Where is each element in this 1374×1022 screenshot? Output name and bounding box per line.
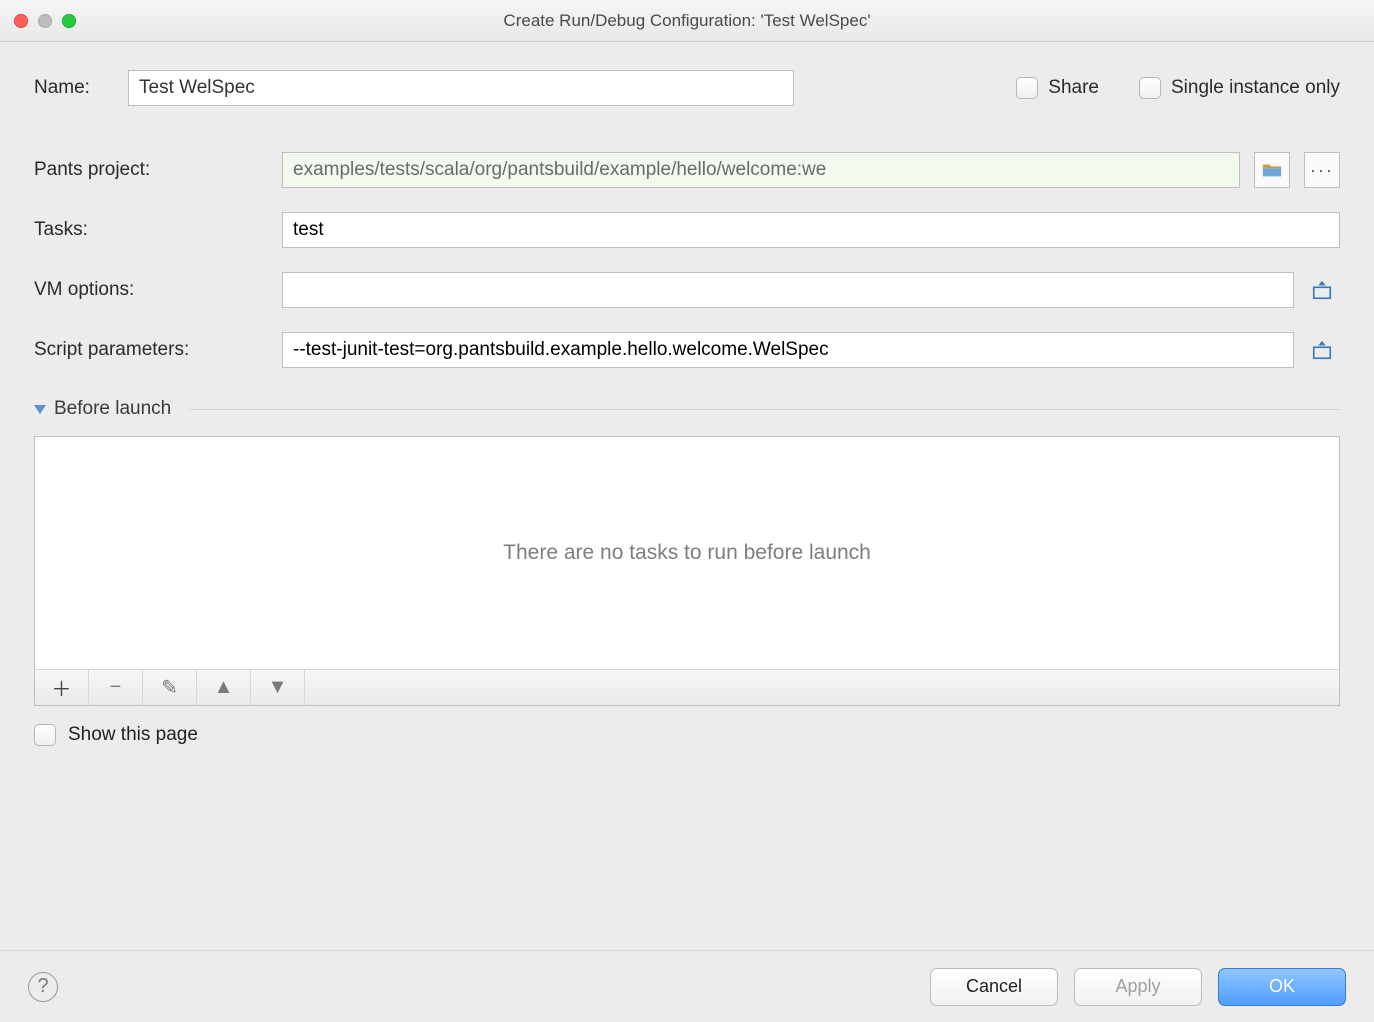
arrow-down-icon: ▼ [268,676,288,699]
vm-options-label: VM options: [34,279,282,301]
apply-button[interactable]: Apply [1074,968,1202,1006]
help-icon: ? [37,975,48,998]
share-label: Share [1048,77,1099,99]
dialog-content: Name: Share Single instance only Pants p… [0,42,1374,746]
more-options-button[interactable]: ··· [1304,152,1340,188]
zoom-window-icon[interactable] [62,14,76,28]
single-instance-checkbox-group[interactable]: Single instance only [1139,77,1340,99]
help-button[interactable]: ? [28,972,58,1002]
expand-field-icon [1311,279,1333,301]
close-window-icon[interactable] [14,14,28,28]
share-checkbox-group[interactable]: Share [1016,77,1099,99]
ellipsis-icon: ··· [1310,160,1334,181]
single-instance-label: Single instance only [1171,77,1340,99]
add-task-button[interactable]: ＋ [35,670,89,705]
remove-task-button[interactable]: − [89,670,143,705]
browse-folder-button[interactable] [1254,152,1290,188]
minus-icon: − [110,676,122,699]
vm-options-row: VM options: [34,272,1340,308]
script-params-label: Script parameters: [34,339,282,361]
show-this-page-checkbox[interactable] [34,724,56,746]
dialog-footer: ? Cancel Apply OK [0,950,1374,1022]
arrow-up-icon: ▲ [214,676,234,699]
move-up-button[interactable]: ▲ [197,670,251,705]
tasks-input[interactable] [282,212,1340,248]
script-params-input[interactable] [282,332,1294,368]
tasks-label: Tasks: [34,219,282,241]
edit-task-button[interactable]: ✎ [143,670,197,705]
cancel-button[interactable]: Cancel [930,968,1058,1006]
apply-button-label: Apply [1115,976,1160,997]
pants-project-label: Pants project: [34,159,282,181]
minimize-window-icon [38,14,52,28]
plus-icon: ＋ [52,673,72,702]
share-checkbox[interactable] [1016,77,1038,99]
single-instance-checkbox[interactable] [1139,77,1161,99]
name-row: Name: Share Single instance only [34,70,1340,106]
folder-icon [1261,159,1283,181]
name-label: Name: [34,77,128,99]
before-launch-header[interactable]: Before launch [34,398,1340,420]
script-params-row: Script parameters: [34,332,1340,368]
disclosure-triangle-icon [34,405,46,414]
tasks-row: Tasks: [34,212,1340,248]
vm-options-input[interactable] [282,272,1294,308]
show-this-page-group[interactable]: Show this page [34,724,1340,746]
pants-project-row: Pants project: examples/tests/scala/org/… [34,152,1340,188]
before-launch-panel: There are no tasks to run before launch … [34,436,1340,706]
window-controls [14,14,76,28]
pants-project-field[interactable]: examples/tests/scala/org/pantsbuild/exam… [282,152,1240,188]
move-down-button[interactable]: ▼ [251,670,305,705]
expand-script-params-button[interactable] [1304,332,1340,368]
ok-button[interactable]: OK [1218,968,1346,1006]
titlebar: Create Run/Debug Configuration: 'Test We… [0,0,1374,42]
name-input[interactable] [128,70,794,106]
before-launch-toolbar: ＋ − ✎ ▲ ▼ [35,669,1339,705]
expand-vm-options-button[interactable] [1304,272,1340,308]
ok-button-label: OK [1269,976,1295,997]
pants-project-value: examples/tests/scala/org/pantsbuild/exam… [293,159,826,181]
expand-field-icon [1311,339,1333,361]
before-launch-title: Before launch [54,398,171,420]
show-this-page-label: Show this page [68,724,198,746]
window-title: Create Run/Debug Configuration: 'Test We… [0,11,1374,31]
before-launch-empty-text: There are no tasks to run before launch [35,437,1339,669]
section-divider [189,409,1340,410]
cancel-button-label: Cancel [966,976,1022,997]
pencil-icon: ✎ [161,675,178,700]
